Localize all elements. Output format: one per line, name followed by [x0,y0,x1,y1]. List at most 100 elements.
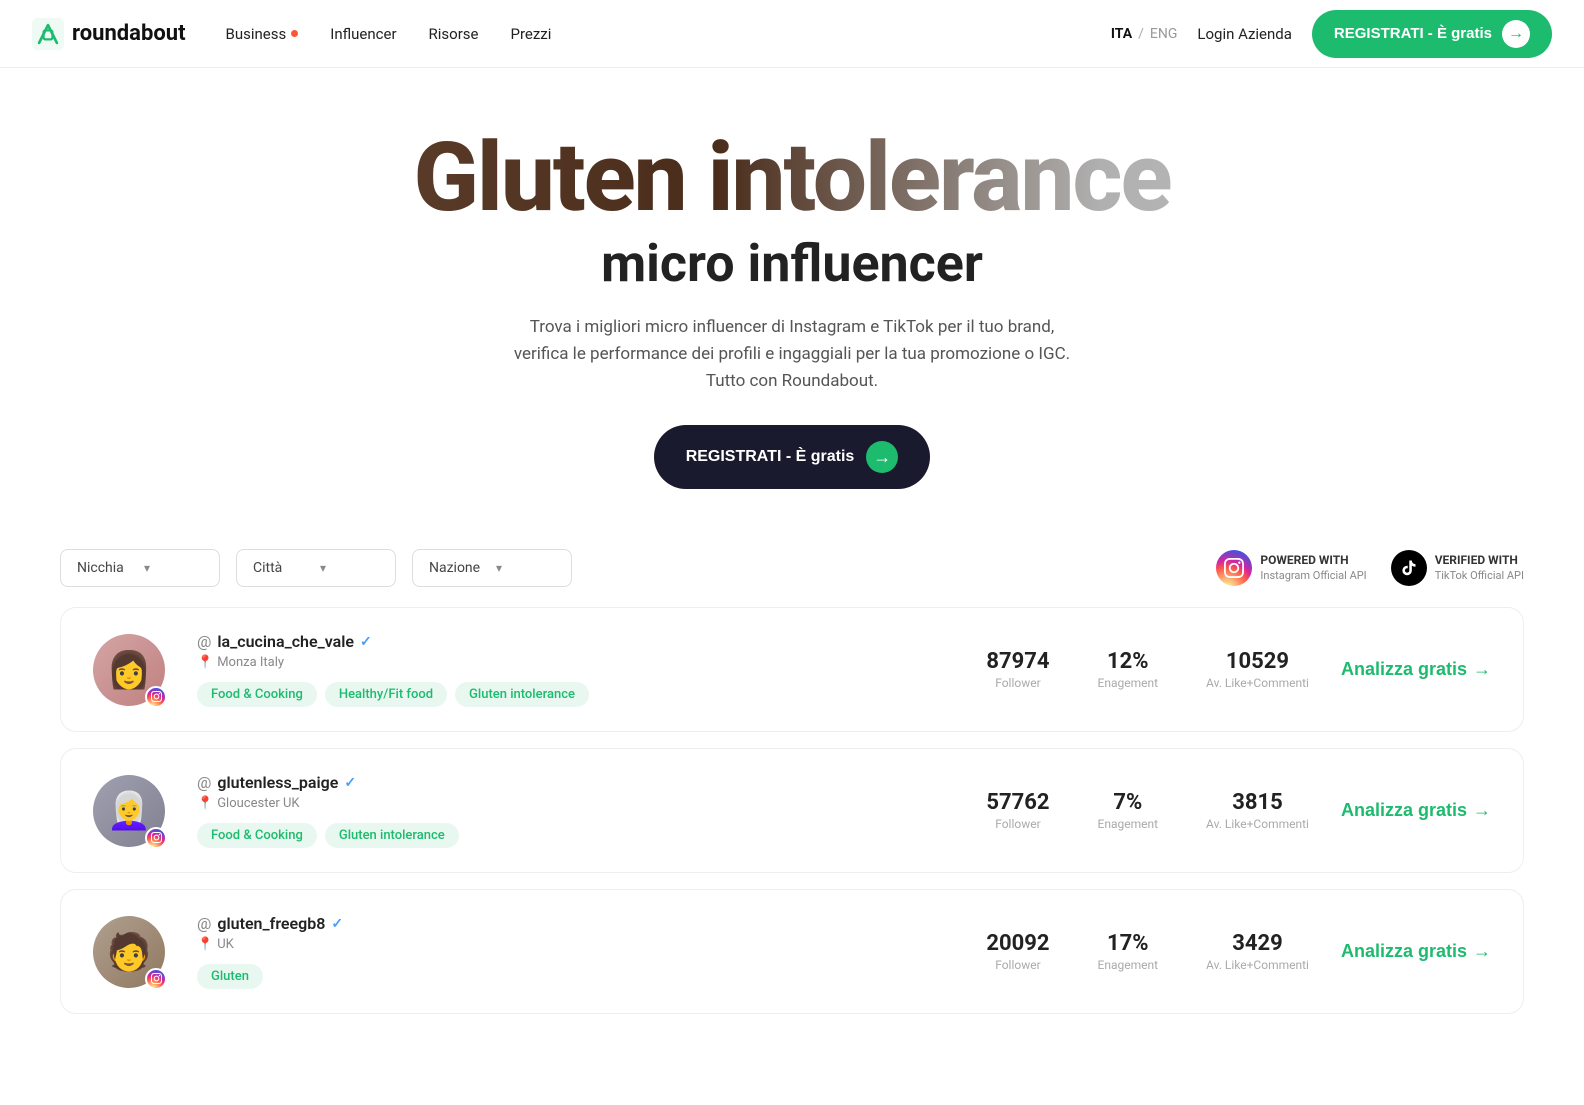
stat-label: Enagement [1098,817,1159,831]
analyze-label: Analizza gratis [1341,800,1467,821]
hero-title-big: Gluten intolerance [20,128,1564,229]
instagram-badge: POWERED WITH Instagram Official API [1216,550,1366,586]
stat-label: Av. Like+Commenti [1206,958,1309,972]
stat-value: 3815 [1206,790,1309,815]
card-tags: Gluten [197,964,954,989]
stat: 10529 Av. Like+Commenti [1206,649,1309,690]
tiktok-badge-icon [1391,550,1427,586]
card-info: @ la_cucina_che_vale ✓ 📍 Monza Italy Foo… [197,632,954,707]
stat-value: 57762 [986,790,1049,815]
influencer-card: 👩‍🦳 @ glutenless_paige ✓ 📍 Gloucester UK… [60,748,1524,873]
analyze-arrow-icon: → [1473,941,1491,962]
stat-value: 87974 [986,649,1049,674]
filter-nazione[interactable]: Nazione ▾ [412,549,572,587]
nazione-chevron-icon: ▾ [496,561,555,575]
card-tags: Food & Cooking Gluten intolerance [197,823,954,848]
location-pin-icon: 📍 [197,796,213,811]
hero-cta-button[interactable]: REGISTRATI - È gratis → [654,425,931,489]
username-text: gluten_freegb8 [217,914,325,933]
stat-value: 17% [1098,931,1159,956]
avatar-wrap: 👩 [93,634,165,706]
logo-text: roundabout [72,21,186,46]
stat: 3815 Av. Like+Commenti [1206,790,1309,831]
filter-citta[interactable]: Città ▾ [236,549,396,587]
stat-label: Follower [986,958,1049,972]
tag: Food & Cooking [197,823,317,848]
location-text: UK [217,937,234,952]
card-info: @ gluten_freegb8 ✓ 📍 UK Gluten [197,914,954,989]
stat: 3429 Av. Like+Commenti [1206,931,1309,972]
card-stats: 87974 Follower 12% Enagement 10529 Av. L… [986,649,1309,690]
stat-value: 20092 [986,931,1049,956]
analyze-arrow-icon: → [1473,659,1491,680]
location-pin-icon: 📍 [197,655,213,670]
stat-value: 12% [1098,649,1159,674]
stat-label: Av. Like+Commenti [1206,817,1309,831]
instagram-badge-icon [1216,550,1252,586]
stat: 87974 Follower [986,649,1049,690]
tag: Healthy/Fit food [325,682,447,707]
influencer-card: 👩 @ la_cucina_che_vale ✓ 📍 Monza Italy F… [60,607,1524,732]
nav-prezzi[interactable]: Prezzi [511,25,552,43]
card-action: Analizza gratis → [1341,941,1491,962]
verified-icon: ✓ [360,634,372,650]
hero-cta-arrow-icon: → [866,441,898,473]
lang-eng[interactable]: ENG [1150,26,1177,42]
business-dot [291,30,298,37]
nav-links: Business Influencer Risorse Prezzi [226,25,1111,43]
filters-section: Nicchia ▾ Città ▾ Nazione ▾ POWERED WITH… [0,529,1584,607]
tag: Food & Cooking [197,682,317,707]
username-text: glutenless_paige [217,773,338,792]
stat-label: Av. Like+Commenti [1206,676,1309,690]
nav-influencer[interactable]: Influencer [330,25,396,43]
analyze-arrow-icon: → [1473,800,1491,821]
stat-label: Follower [986,817,1049,831]
card-stats: 20092 Follower 17% Enagement 3429 Av. Li… [986,931,1309,972]
stat-label: Follower [986,676,1049,690]
location-text: Gloucester UK [217,796,299,811]
card-tags: Food & Cooking Healthy/Fit food Gluten int… [197,682,954,707]
stat-value: 10529 [1206,649,1309,674]
citta-chevron-icon: ▾ [320,561,379,575]
analyze-button[interactable]: Analizza gratis → [1341,659,1491,680]
card-username: @ la_cucina_che_vale ✓ [197,632,954,651]
cards-section: 👩 @ la_cucina_che_vale ✓ 📍 Monza Italy F… [0,607,1584,1054]
hero-description: Trova i migliori micro influencer di Ins… [512,314,1072,396]
stat: 57762 Follower [986,790,1049,831]
card-action: Analizza gratis → [1341,659,1491,680]
logo-icon [32,18,64,50]
influencer-card: 🧑 @ gluten_freegb8 ✓ 📍 UK Gluten 20092 [60,889,1524,1014]
tag: Gluten intolerance [455,682,589,707]
register-arrow-icon: → [1502,20,1530,48]
verified-icon: ✓ [344,775,356,791]
nav-business[interactable]: Business [226,25,299,43]
tag: Gluten [197,964,263,989]
ig-platform-icon [145,827,167,849]
hero-section: Gluten intolerance micro influencer Trov… [0,68,1584,529]
stat-value: 7% [1098,790,1159,815]
stat-label: Enagement [1098,676,1159,690]
tiktok-badge: VERIFIED WITH TikTok Official API [1391,550,1524,586]
card-action: Analizza gratis → [1341,800,1491,821]
lang-switcher: ITA / ENG [1111,26,1178,42]
logo-link[interactable]: roundabout [32,18,186,50]
lang-ita[interactable]: ITA [1111,26,1132,42]
nav-right: ITA / ENG Login Azienda REGISTRATI - È g… [1111,10,1552,58]
analyze-label: Analizza gratis [1341,941,1467,962]
stat: 7% Enagement [1098,790,1159,831]
register-button[interactable]: REGISTRATI - È gratis → [1312,10,1552,58]
navbar: roundabout Business Influencer Risorse P… [0,0,1584,68]
tag: Gluten intolerance [325,823,459,848]
card-location: 📍 Monza Italy [197,655,954,670]
analyze-button[interactable]: Analizza gratis → [1341,800,1491,821]
login-button[interactable]: Login Azienda [1197,25,1292,43]
nav-risorse[interactable]: Risorse [429,25,479,43]
card-location: 📍 UK [197,937,954,952]
stat: 20092 Follower [986,931,1049,972]
ig-platform-icon [145,968,167,990]
filter-nicchia[interactable]: Nicchia ▾ [60,549,220,587]
card-info: @ glutenless_paige ✓ 📍 Gloucester UK Foo… [197,773,954,848]
stat: 17% Enagement [1098,931,1159,972]
location-pin-icon: 📍 [197,937,213,952]
analyze-button[interactable]: Analizza gratis → [1341,941,1491,962]
